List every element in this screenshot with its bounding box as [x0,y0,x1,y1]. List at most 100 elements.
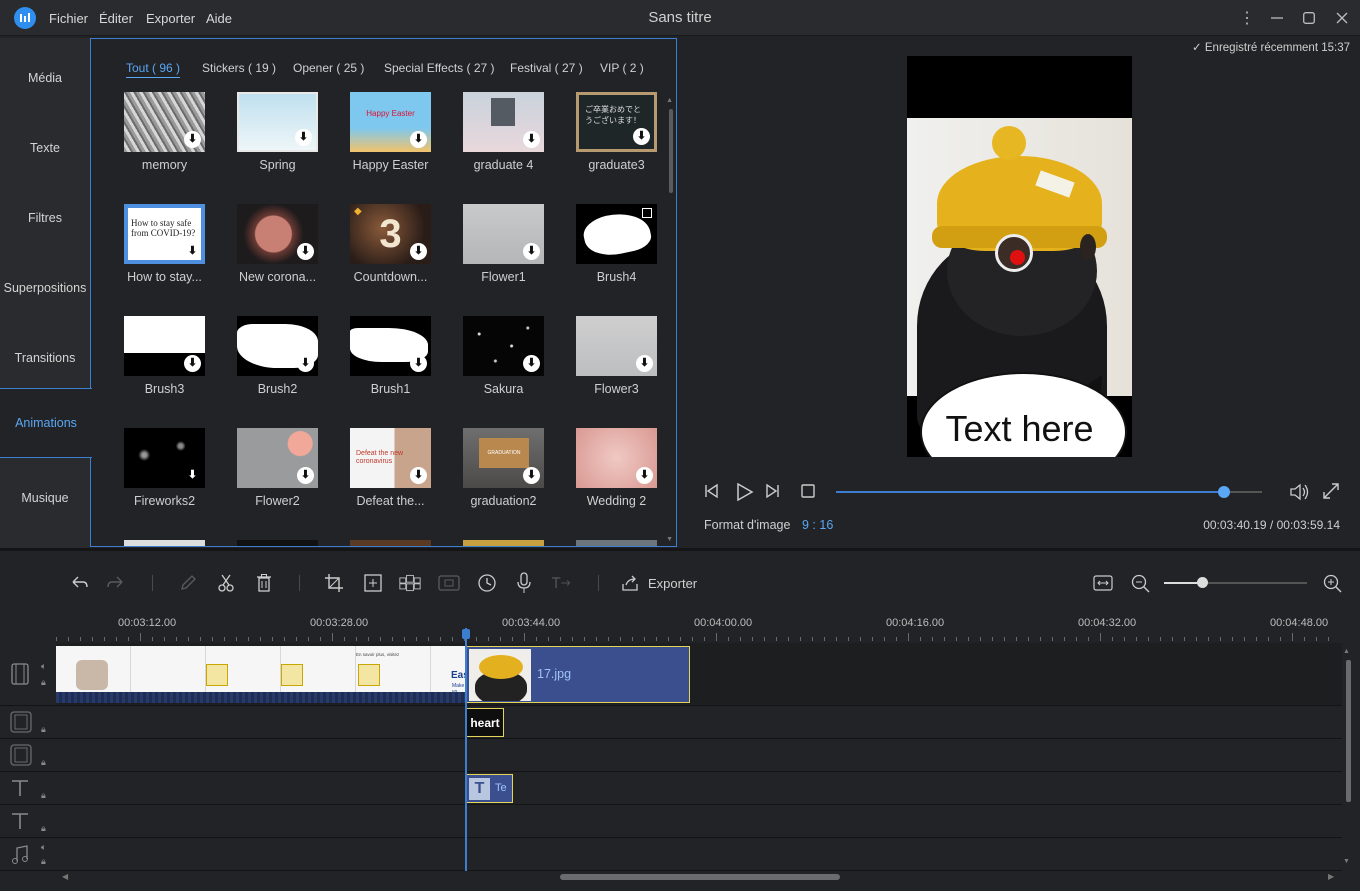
step-back-icon[interactable] [702,482,720,505]
lock-icon[interactable]: 🔒︎ [41,757,46,768]
nav-texte[interactable]: Texte [0,113,90,183]
play-icon[interactable] [734,482,754,507]
library-scrollbar[interactable] [669,109,673,193]
edit-pencil-icon[interactable] [177,572,199,594]
nav-superpositions[interactable]: Superpositions [0,253,90,323]
animation-tile[interactable]: Brush4 [576,204,657,284]
stop-icon[interactable] [800,482,816,503]
zoom-frame-icon[interactable] [362,572,384,594]
download-icon[interactable]: ⬇ [184,243,201,260]
mosaic-icon[interactable] [399,572,421,594]
download-icon[interactable]: ⬇ [523,467,540,484]
undo-icon[interactable] [68,572,90,594]
animation-tile[interactable] [124,540,205,546]
step-forward-icon[interactable] [764,482,782,505]
aspect-ratio-value[interactable]: 9 : 16 [802,518,833,532]
animation-tile[interactable]: ⬇ Flower2 [237,428,318,508]
animation-tile[interactable] [350,540,431,546]
crop-icon[interactable] [323,572,345,594]
animation-tile[interactable]: ⬇ Brush1 [350,316,431,396]
animation-tile[interactable]: ⬇ New corona... [237,204,318,284]
nav-filtres[interactable]: Filtres [0,183,90,253]
video-clip-strip[interactable]: En savoir plus, visitez Easy Make yo [56,646,465,703]
download-icon[interactable]: ⬇ [297,467,314,484]
animation-tile[interactable]: ⬇ Fireworks2 [124,428,205,508]
tab-festival[interactable]: Festival ( 27 ) [510,61,583,75]
image-clip[interactable]: 17.jpg [466,646,690,703]
redo-icon[interactable] [105,572,127,594]
download-icon[interactable]: ⬇ [410,131,427,148]
nav-transitions[interactable]: Transitions [0,323,90,393]
download-icon[interactable]: ⬇ [410,467,427,484]
animation-tile[interactable]: ⬇ Brush3 [124,316,205,396]
animation-tile[interactable]: ⬇ Spring [237,92,318,172]
menu-exporter[interactable]: Exporter [146,11,195,26]
fit-timeline-icon[interactable] [1092,572,1114,594]
nav-animations[interactable]: Animations [0,388,92,458]
download-icon[interactable]: ⬇ [410,243,427,260]
download-icon[interactable]: ⬇ [633,128,650,145]
animation-tile[interactable]: ⬇ graduate 4 [463,92,544,172]
speaker-icon[interactable]: 🔈︎ [41,661,46,672]
animation-clip[interactable]: heart [466,708,504,737]
animation-tile[interactable]: ご卒業おめでとうございます！ ⬇ graduate3 [576,92,657,172]
download-icon[interactable]: ⬇ [410,355,427,372]
scroll-down-arrow-icon[interactable]: ▼ [666,536,673,543]
lock-icon[interactable]: 🔒︎ [41,856,46,867]
freeze-frame-icon[interactable] [438,572,460,594]
export-button[interactable]: Exporter [620,572,697,594]
seek-handle[interactable] [1218,486,1230,498]
animation-tile[interactable]: Defeat the new coronavirus ⬇ Defeat the.… [350,428,431,508]
timeline-horizontal-scrollbar[interactable] [560,874,840,880]
lock-icon[interactable]: 🔒︎ [41,724,46,735]
microphone-icon[interactable] [513,572,535,594]
menu-fichier[interactable]: Fichier [49,11,88,26]
animation-tile[interactable]: GRADUATION ⬇ graduation2 [463,428,544,508]
download-icon[interactable]: ⬇ [636,355,653,372]
tab-vip[interactable]: VIP ( 2 ) [600,61,644,75]
timeline-vertical-scrollbar[interactable] [1346,660,1351,802]
volume-icon[interactable] [1288,482,1310,507]
timeline-ruler[interactable]: 00:03:12.00 00:03:28.00 00:03:44.00 00:0… [56,613,1342,643]
animation-tile[interactable] [237,540,318,546]
close-icon[interactable] [1331,7,1353,29]
animation-tile[interactable]: ⬇ Wedding 2 [576,428,657,508]
playhead-line[interactable] [465,628,467,871]
lock-icon[interactable]: 🔒︎ [41,823,46,834]
scroll-left-arrow-icon[interactable]: ◀ [62,872,68,881]
animation-tile[interactable]: ⬇ Brush2 [237,316,318,396]
menu-editer[interactable]: Éditer [99,11,133,26]
seek-bar-progress[interactable] [836,491,1224,493]
animation-tile[interactable] [576,540,657,546]
speed-clock-icon[interactable] [476,572,498,594]
nav-musique[interactable]: Musique [0,463,90,533]
zoom-out-icon[interactable] [1129,572,1151,594]
animation-tile[interactable] [463,540,544,546]
scroll-up-arrow-icon[interactable]: ▲ [666,97,673,104]
scroll-down-arrow-icon[interactable]: ▼ [1343,858,1350,865]
animation-tile[interactable]: ⬇ Flower3 [576,316,657,396]
trash-icon[interactable] [253,572,275,594]
animation-tile[interactable]: ⬇ Flower1 [463,204,544,284]
lock-icon[interactable]: 🔒︎ [41,790,46,801]
more-menu-icon[interactable]: ⋮ [1236,7,1258,29]
playhead-handle[interactable] [462,629,470,639]
download-icon[interactable]: ⬇ [184,467,201,484]
download-icon[interactable]: ⬇ [523,355,540,372]
animation-tile[interactable]: Happy Easter ⬇ Happy Easter [350,92,431,172]
download-icon[interactable]: ⬇ [523,243,540,260]
download-icon[interactable]: ⬇ [523,131,540,148]
text-to-speech-icon[interactable] [551,572,573,594]
animation-tile[interactable]: ◆ 3 ⬇ Countdown... [350,204,431,284]
scissors-icon[interactable] [215,572,237,594]
tab-tout[interactable]: Tout ( 96 ) [126,61,181,78]
maximize-icon[interactable] [1298,7,1320,29]
zoom-in-icon[interactable] [1321,572,1343,594]
zoom-slider-handle[interactable] [1197,577,1208,588]
menu-aide[interactable]: Aide [206,11,232,26]
download-icon[interactable]: ⬇ [184,131,201,148]
animation-tile[interactable]: How to stay safe from COVID-19? ⬇ How to… [124,204,205,284]
animation-tile[interactable]: ⬇ memory [124,92,205,172]
scroll-up-arrow-icon[interactable]: ▲ [1343,648,1350,655]
animation-tile[interactable]: ⬇ Sakura [463,316,544,396]
